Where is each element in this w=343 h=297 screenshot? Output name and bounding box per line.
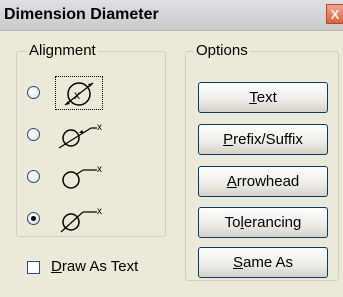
alignment-radio-3[interactable] <box>27 170 40 183</box>
alignment-radio-1[interactable] <box>27 86 40 99</box>
alignment-radio-2[interactable] <box>27 128 40 141</box>
alignment-option-3[interactable]: x <box>17 160 157 196</box>
text-button[interactable]: Text <box>198 82 328 113</box>
draw-as-text-label[interactable]: Draw As Text <box>51 258 138 275</box>
arrowhead-button[interactable]: Arrowhead <box>198 166 328 197</box>
svg-text:x: x <box>97 206 102 217</box>
close-icon: X <box>330 7 340 22</box>
radio-selected-dot <box>31 216 36 221</box>
alignment-option-2[interactable]: x <box>17 118 157 154</box>
alignment-option-4[interactable]: x <box>17 202 157 238</box>
close-button[interactable]: X <box>326 4 343 24</box>
diameter-text-outside-icon: x <box>60 206 102 233</box>
diameter-arrow-outside-icon: x <box>58 122 102 149</box>
svg-text:x: x <box>97 164 102 175</box>
dialog-title: Dimension Diameter <box>4 6 159 23</box>
alignment-group-label: Alignment <box>27 42 98 59</box>
alignment-option-1[interactable]: x <box>17 76 157 112</box>
alignment-group: Alignment x x x x <box>16 42 166 238</box>
options-group-label: Options <box>194 42 250 59</box>
tolerancing-button[interactable]: Tolerancing <box>198 207 328 238</box>
diameter-leader-outside-icon: x <box>62 164 102 189</box>
alignment-radio-4[interactable] <box>27 212 40 225</box>
dimension-diameter-dialog: Dimension Diameter X Alignment x x x x O… <box>0 0 343 297</box>
same-as-button[interactable]: Same As <box>198 247 328 278</box>
svg-text:x: x <box>97 122 102 133</box>
svg-text:x: x <box>74 88 80 102</box>
title-bar[interactable]: Dimension Diameter X <box>0 0 343 31</box>
draw-as-text-checkbox[interactable] <box>27 261 40 274</box>
prefix-suffix-button[interactable]: Prefix/Suffix <box>198 124 328 155</box>
diameter-text-inside-icon: x <box>64 82 94 106</box>
